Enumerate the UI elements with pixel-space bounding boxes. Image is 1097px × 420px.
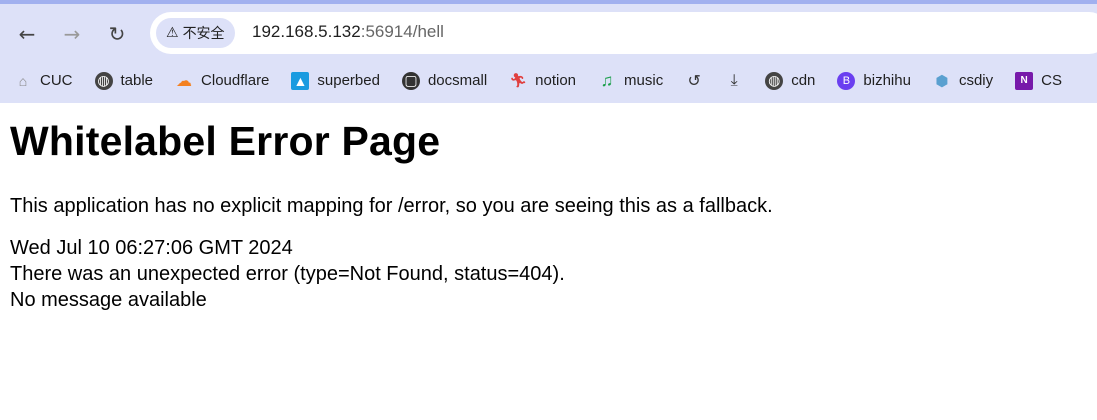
bookmark-cs[interactable]: N CS [1015, 71, 1062, 90]
security-label: 不安全 [182, 26, 225, 42]
history-icon: ↺ [687, 72, 701, 90]
docsmall-icon: ▢ [401, 71, 420, 90]
forward-button[interactable]: → [60, 22, 84, 46]
bookmark-docsmall[interactable]: ▢ docsmall [401, 71, 488, 90]
security-chip[interactable]: ⚠ 不安全 [156, 18, 235, 48]
bookmark-label: CS [1041, 72, 1062, 89]
bookmark-label: superbed [317, 72, 380, 89]
bookmark-download[interactable]: ⤓ [725, 72, 743, 90]
bizhihu-icon: B [837, 71, 856, 90]
bookmark-cdn[interactable]: ◍ cdn [765, 71, 816, 90]
url-path: :56914/hell [360, 22, 444, 41]
bookmark-label: bizhihu [863, 72, 911, 89]
download-icon: ⤓ [730, 71, 738, 89]
image-icon: ▲ [291, 71, 310, 90]
bookmark-cuc[interactable]: ⌂ CUC [14, 72, 73, 90]
error-description: This application has no explicit mapping… [10, 195, 773, 217]
bookmarks-bar: ⌂ CUC ◍ table ☁ Cloudflare ▲ superbed ▢ docsm… [0, 58, 1097, 103]
bookmark-bizhihu[interactable]: Bbizhihu [837, 71, 911, 90]
page-content: Whitelabel Error Page This application h… [10, 118, 773, 313]
bookmark-label: table [120, 72, 154, 89]
bookmark-label: docsmall [427, 72, 488, 89]
bookmark-label: CUC [40, 72, 73, 89]
globe-icon: ◍ [94, 71, 113, 90]
back-button[interactable]: ← [15, 22, 39, 46]
home-icon: ⌂ [18, 72, 28, 89]
bookmark-notion[interactable]: 🏃︎ notion [509, 72, 576, 90]
onenote-icon: N [1015, 71, 1034, 90]
page-title: Whitelabel Error Page [10, 118, 441, 164]
bookmark-cloudflare[interactable]: ☁ Cloudflare [175, 72, 269, 90]
warning-icon: ⚠ [166, 25, 179, 41]
runner-icon: 🏃︎ [509, 72, 528, 88]
bookmark-history[interactable]: ↺ [685, 72, 703, 90]
error-details: There was an unexpected error (type=Not … [10, 263, 565, 285]
reload-button[interactable]: ↻ [105, 22, 129, 46]
bookmark-label: music [624, 72, 664, 89]
globe-icon: ◍ [765, 71, 784, 90]
cube-icon: ⬢ [935, 72, 949, 90]
browser-toolbar: ← → ↻ ⚠ 不安全 192.168.5.132:56914/hell [0, 4, 1097, 58]
bookmark-superbed[interactable]: ▲ superbed [291, 71, 380, 90]
bookmark-label: notion [535, 72, 577, 89]
bookmark-label: Cloudflare [201, 72, 270, 89]
address-bar[interactable]: ⚠ 不安全 192.168.5.132:56914/hell [150, 12, 1097, 54]
cloudflare-icon: ☁ [176, 72, 193, 90]
bookmark-label: csdiy [958, 72, 994, 89]
bookmark-csdiy[interactable]: ⬢ csdiy [933, 72, 993, 90]
url-host: 192.168.5.132 [252, 22, 361, 41]
bookmark-table[interactable]: ◍ table [94, 71, 154, 90]
url-text[interactable]: 192.168.5.132:56914/hell [252, 22, 444, 42]
error-timestamp: Wed Jul 10 06:27:06 GMT 2024 [10, 237, 293, 259]
music-note-icon: ♫ [600, 70, 614, 90]
bookmark-music[interactable]: ♫ music [598, 70, 664, 90]
error-message: No message available [10, 289, 207, 311]
bookmark-label: cdn [791, 72, 816, 89]
